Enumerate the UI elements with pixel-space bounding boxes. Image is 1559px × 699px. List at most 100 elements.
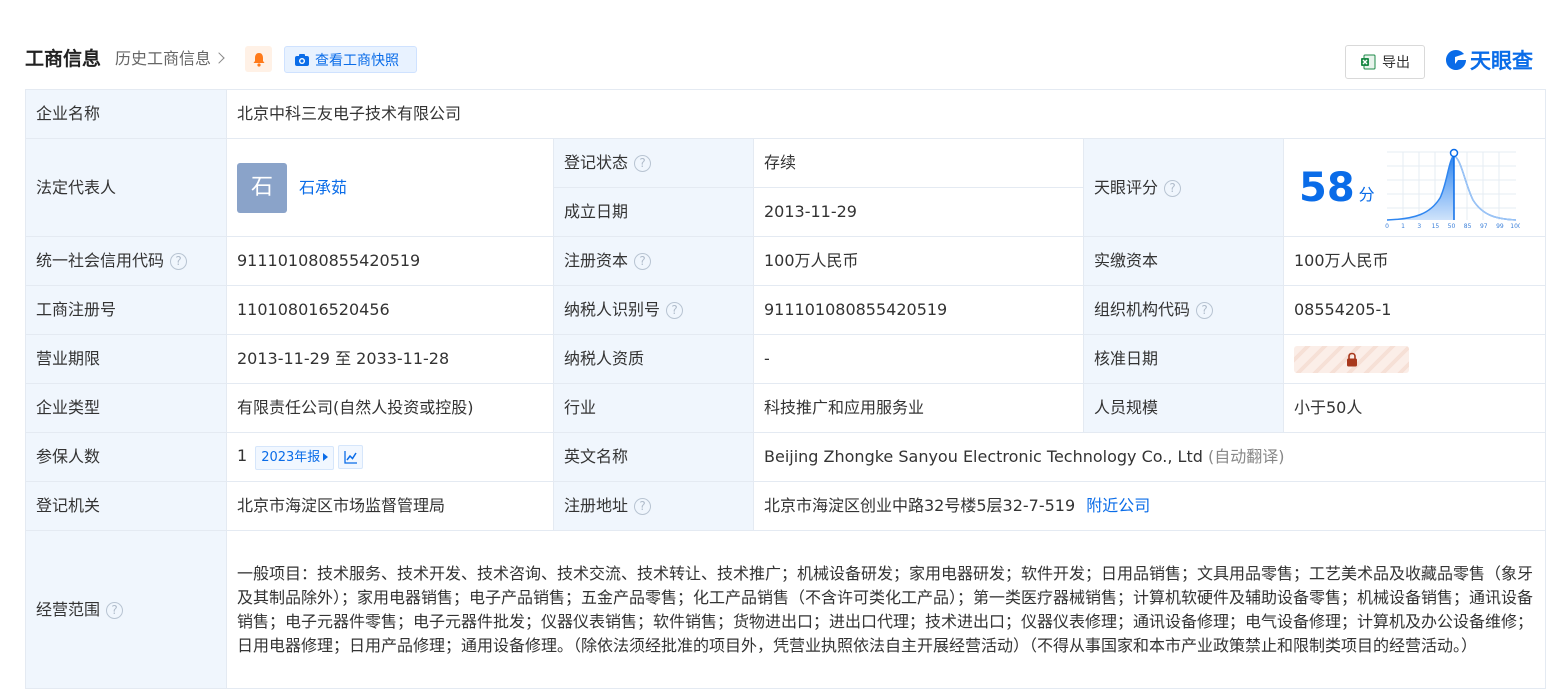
reg-address-label: 注册地址	[564, 496, 629, 515]
annual-report-tag[interactable]: 2023年报	[255, 446, 335, 470]
help-icon[interactable]: ?	[106, 601, 124, 619]
reg-no-value: 110108016520456	[226, 285, 554, 335]
help-icon[interactable]: ?	[1164, 179, 1182, 197]
reg-address-value: 北京市海淀区创业中路32号楼5层32-7-519	[764, 496, 1076, 515]
company-name-label: 企业名称	[25, 89, 227, 139]
export-button[interactable]: 导出	[1345, 45, 1425, 79]
play-arrow-icon	[323, 453, 329, 461]
insured-label: 参保人数	[25, 432, 227, 482]
paid-capital-label: 实缴资本	[1083, 236, 1284, 286]
reg-no-label: 工商注册号	[25, 285, 227, 335]
annual-report-tag-label: 2023年报	[261, 450, 321, 465]
founded-label: 成立日期	[553, 187, 754, 237]
reg-capital-value: 100万人民币	[753, 236, 1084, 286]
help-icon[interactable]: ?	[170, 253, 188, 270]
reg-address-label-cell: 注册地址?	[553, 481, 754, 531]
history-link-label: 历史工商信息	[115, 49, 212, 68]
taxpayer-id-value: 911101080855420519	[753, 285, 1084, 335]
reg-status-label-cell: 登记状态?	[553, 138, 754, 188]
founded-value: 2013-11-29	[753, 187, 1084, 237]
legal-rep-name-link[interactable]: 石承茹	[299, 176, 347, 200]
industry-label: 行业	[553, 383, 754, 433]
company-name-value: 北京中科三友电子技术有限公司	[225, 89, 1547, 139]
org-code-label-cell: 组织机构代码?	[1083, 285, 1284, 335]
org-code-value: 08554205-1	[1282, 285, 1547, 335]
company-type-value: 有限责任公司(自然人投资或控股)	[226, 383, 554, 433]
credit-code-label-cell: 统一社会信用代码?	[25, 236, 227, 286]
insured-value: 1	[237, 446, 248, 465]
business-scope-label: 经营范围	[36, 599, 101, 619]
chevron-right-icon	[213, 52, 225, 64]
score-distribution-chart: 0 1 3 15 50 85 97 99 100	[1385, 148, 1520, 230]
score-axis-tick: 85	[1464, 223, 1472, 230]
credit-code-value: 911101080855420519	[226, 236, 554, 286]
table-row: 参保人数 1 2023年报 英文名称 Beijing Zhongke Sanyou…	[25, 432, 1547, 482]
staff-size-value: 小于50人	[1282, 383, 1547, 433]
english-name-value: Beijing Zhongke Sanyou Electronic Techno…	[764, 447, 1203, 466]
auto-translate-note: (自动翻译)	[1207, 447, 1285, 466]
term-value: 2013-11-29 至 2033-11-28	[226, 334, 554, 384]
nearby-companies-link[interactable]: 附近公司	[1086, 496, 1150, 515]
score-axis-tick: 97	[1480, 223, 1488, 230]
section-title: 工商信息	[25, 48, 102, 70]
reg-address-cell: 北京市海淀区创业中路32号楼5层32-7-519 附近公司	[752, 481, 1547, 531]
legal-rep-cell: 石 石承茹	[226, 138, 554, 237]
trend-chart-button[interactable]	[338, 444, 364, 469]
score-axis-tick: 3	[1417, 223, 1421, 230]
snapshot-button[interactable]: 查看工商快照	[284, 46, 417, 73]
score-axis-tick: 100	[1510, 223, 1520, 230]
reg-capital-label-cell: 注册资本?	[553, 236, 754, 286]
legal-rep-label: 法定代表人	[25, 138, 227, 237]
english-name-label: 英文名称	[553, 432, 754, 482]
score-value: 58	[1299, 164, 1355, 211]
table-row: 企业类型 有限责任公司(自然人投资或控股) 行业 科技推广和应用服务业 人员规模…	[25, 383, 1547, 433]
snapshot-button-label: 查看工商快照	[315, 52, 399, 69]
business-scope-value: 一般项目：技术服务、技术开发、技术咨询、技术交流、技术转让、技术推广；机械设备研…	[225, 530, 1547, 689]
monitor-bell-button[interactable]	[245, 46, 272, 72]
org-code-label: 组织机构代码	[1094, 300, 1191, 319]
insured-cell: 1 2023年报	[226, 432, 554, 482]
reg-authority-label: 登记机关	[25, 481, 227, 531]
locked-value-button[interactable]	[1294, 345, 1409, 373]
history-link[interactable]: 历史工商信息	[115, 47, 225, 71]
help-icon[interactable]: ?	[634, 498, 652, 515]
help-icon[interactable]: ?	[666, 302, 684, 319]
taxpayer-qual-label: 纳税人资质	[553, 334, 754, 384]
tianyancha-logo: 天眼查	[1444, 46, 1533, 74]
term-label: 营业期限	[25, 334, 227, 384]
eye-logo-icon	[1446, 50, 1466, 70]
excel-icon	[1361, 54, 1376, 70]
table-row: 企业名称 北京中科三友电子技术有限公司	[25, 89, 1547, 139]
taxpayer-qual-value: -	[753, 334, 1084, 384]
score-axis-tick: 50	[1448, 223, 1456, 230]
score-axis-tick: 1	[1401, 223, 1405, 230]
lock-icon	[1346, 352, 1357, 366]
help-icon[interactable]: ?	[634, 155, 652, 172]
approval-date-label: 核准日期	[1083, 334, 1284, 384]
score-unit: 分	[1358, 184, 1375, 204]
company-type-label: 企业类型	[25, 383, 227, 433]
camera-icon	[295, 53, 309, 66]
reg-authority-value: 北京市海淀区市场监督管理局	[226, 481, 554, 531]
reg-status-label: 登记状态	[564, 153, 629, 172]
help-icon[interactable]: ?	[1196, 302, 1214, 319]
approval-date-cell	[1282, 334, 1547, 384]
english-name-cell: Beijing Zhongke Sanyou Electronic Techno…	[752, 432, 1547, 482]
help-icon[interactable]: ?	[634, 253, 652, 270]
score-axis-tick: 99	[1496, 223, 1504, 230]
staff-size-label: 人员规模	[1083, 383, 1284, 433]
logo-text: 天眼查	[1470, 49, 1533, 73]
table-row: 统一社会信用代码? 911101080855420519 注册资本? 100万人…	[25, 236, 1547, 286]
table-row: 登记机关 北京市海淀区市场监督管理局 注册地址? 北京市海淀区创业中路32号楼5…	[25, 481, 1547, 531]
avatar[interactable]: 石	[237, 162, 287, 213]
reg-status-value: 存续	[753, 138, 1084, 188]
business-scope-label-cell: 经营范围?	[25, 530, 227, 689]
score-axis-tick: 15	[1432, 223, 1440, 230]
industry-value: 科技推广和应用服务业	[753, 383, 1084, 433]
score-cell[interactable]: 58 分 0 1 3 15 50 85 97 99 100	[1282, 138, 1547, 237]
score-label-cell: 天眼评分?	[1083, 138, 1284, 237]
line-chart-icon	[344, 450, 357, 464]
credit-code-label: 统一社会信用代码	[36, 251, 165, 270]
table-row: 营业期限 2013-11-29 至 2033-11-28 纳税人资质 - 核准日…	[25, 334, 1547, 384]
taxpayer-id-label: 纳税人识别号	[564, 300, 661, 319]
